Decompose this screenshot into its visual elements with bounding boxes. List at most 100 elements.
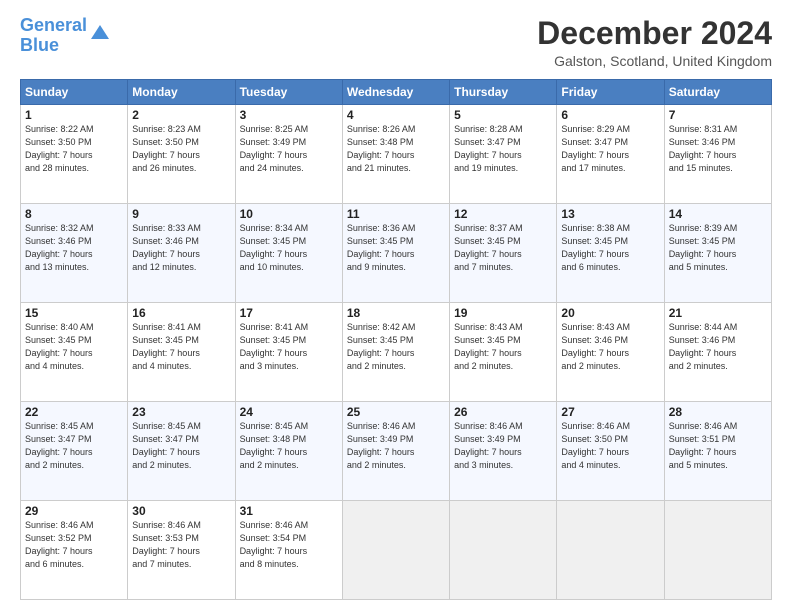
day-info: Sunrise: 8:22 AM Sunset: 3:50 PM Dayligh…: [25, 123, 123, 175]
table-row: 8Sunrise: 8:32 AM Sunset: 3:46 PM Daylig…: [21, 204, 128, 303]
table-row: 12Sunrise: 8:37 AM Sunset: 3:45 PM Dayli…: [450, 204, 557, 303]
day-info: Sunrise: 8:46 AM Sunset: 3:51 PM Dayligh…: [669, 420, 767, 472]
day-info: Sunrise: 8:46 AM Sunset: 3:49 PM Dayligh…: [347, 420, 445, 472]
day-info: Sunrise: 8:26 AM Sunset: 3:48 PM Dayligh…: [347, 123, 445, 175]
col-thursday: Thursday: [450, 80, 557, 105]
day-number: 13: [561, 207, 659, 221]
day-info: Sunrise: 8:43 AM Sunset: 3:46 PM Dayligh…: [561, 321, 659, 373]
col-friday: Friday: [557, 80, 664, 105]
day-number: 4: [347, 108, 445, 122]
day-info: Sunrise: 8:29 AM Sunset: 3:47 PM Dayligh…: [561, 123, 659, 175]
day-info: Sunrise: 8:23 AM Sunset: 3:50 PM Dayligh…: [132, 123, 230, 175]
month-title: December 2024: [537, 16, 772, 51]
table-row: 7Sunrise: 8:31 AM Sunset: 3:46 PM Daylig…: [664, 105, 771, 204]
day-number: 22: [25, 405, 123, 419]
day-info: Sunrise: 8:46 AM Sunset: 3:52 PM Dayligh…: [25, 519, 123, 571]
day-number: 17: [240, 306, 338, 320]
table-row: 20Sunrise: 8:43 AM Sunset: 3:46 PM Dayli…: [557, 303, 664, 402]
table-row: 24Sunrise: 8:45 AM Sunset: 3:48 PM Dayli…: [235, 402, 342, 501]
table-row: 3Sunrise: 8:25 AM Sunset: 3:49 PM Daylig…: [235, 105, 342, 204]
day-info: Sunrise: 8:40 AM Sunset: 3:45 PM Dayligh…: [25, 321, 123, 373]
day-info: Sunrise: 8:25 AM Sunset: 3:49 PM Dayligh…: [240, 123, 338, 175]
header: GeneralBlue December 2024 Galston, Scotl…: [20, 16, 772, 69]
table-row: 10Sunrise: 8:34 AM Sunset: 3:45 PM Dayli…: [235, 204, 342, 303]
table-row: 15Sunrise: 8:40 AM Sunset: 3:45 PM Dayli…: [21, 303, 128, 402]
day-info: Sunrise: 8:45 AM Sunset: 3:48 PM Dayligh…: [240, 420, 338, 472]
table-row: 16Sunrise: 8:41 AM Sunset: 3:45 PM Dayli…: [128, 303, 235, 402]
calendar-header-row: Sunday Monday Tuesday Wednesday Thursday…: [21, 80, 772, 105]
day-number: 5: [454, 108, 552, 122]
day-info: Sunrise: 8:39 AM Sunset: 3:45 PM Dayligh…: [669, 222, 767, 274]
col-sunday: Sunday: [21, 80, 128, 105]
day-info: Sunrise: 8:33 AM Sunset: 3:46 PM Dayligh…: [132, 222, 230, 274]
table-row: [342, 501, 449, 600]
day-number: 26: [454, 405, 552, 419]
table-row: 31Sunrise: 8:46 AM Sunset: 3:54 PM Dayli…: [235, 501, 342, 600]
day-info: Sunrise: 8:41 AM Sunset: 3:45 PM Dayligh…: [132, 321, 230, 373]
day-number: 27: [561, 405, 659, 419]
day-info: Sunrise: 8:43 AM Sunset: 3:45 PM Dayligh…: [454, 321, 552, 373]
table-row: [450, 501, 557, 600]
day-info: Sunrise: 8:37 AM Sunset: 3:45 PM Dayligh…: [454, 222, 552, 274]
day-number: 1: [25, 108, 123, 122]
day-number: 12: [454, 207, 552, 221]
day-number: 11: [347, 207, 445, 221]
day-info: Sunrise: 8:45 AM Sunset: 3:47 PM Dayligh…: [132, 420, 230, 472]
day-info: Sunrise: 8:46 AM Sunset: 3:50 PM Dayligh…: [561, 420, 659, 472]
day-number: 7: [669, 108, 767, 122]
col-tuesday: Tuesday: [235, 80, 342, 105]
day-number: 3: [240, 108, 338, 122]
calendar-table: Sunday Monday Tuesday Wednesday Thursday…: [20, 79, 772, 600]
day-number: 19: [454, 306, 552, 320]
table-row: 1Sunrise: 8:22 AM Sunset: 3:50 PM Daylig…: [21, 105, 128, 204]
day-number: 8: [25, 207, 123, 221]
table-row: 29Sunrise: 8:46 AM Sunset: 3:52 PM Dayli…: [21, 501, 128, 600]
table-row: 14Sunrise: 8:39 AM Sunset: 3:45 PM Dayli…: [664, 204, 771, 303]
day-info: Sunrise: 8:32 AM Sunset: 3:46 PM Dayligh…: [25, 222, 123, 274]
logo-text: GeneralBlue: [20, 16, 87, 56]
logo-arrow-icon: [89, 21, 111, 43]
day-info: Sunrise: 8:45 AM Sunset: 3:47 PM Dayligh…: [25, 420, 123, 472]
table-row: [664, 501, 771, 600]
location: Galston, Scotland, United Kingdom: [537, 53, 772, 69]
table-row: 9Sunrise: 8:33 AM Sunset: 3:46 PM Daylig…: [128, 204, 235, 303]
day-info: Sunrise: 8:28 AM Sunset: 3:47 PM Dayligh…: [454, 123, 552, 175]
table-row: 25Sunrise: 8:46 AM Sunset: 3:49 PM Dayli…: [342, 402, 449, 501]
table-row: 30Sunrise: 8:46 AM Sunset: 3:53 PM Dayli…: [128, 501, 235, 600]
table-row: 6Sunrise: 8:29 AM Sunset: 3:47 PM Daylig…: [557, 105, 664, 204]
day-number: 31: [240, 504, 338, 518]
table-row: 13Sunrise: 8:38 AM Sunset: 3:45 PM Dayli…: [557, 204, 664, 303]
calendar-week-row: 22Sunrise: 8:45 AM Sunset: 3:47 PM Dayli…: [21, 402, 772, 501]
day-number: 10: [240, 207, 338, 221]
table-row: 26Sunrise: 8:46 AM Sunset: 3:49 PM Dayli…: [450, 402, 557, 501]
day-number: 6: [561, 108, 659, 122]
calendar-week-row: 1Sunrise: 8:22 AM Sunset: 3:50 PM Daylig…: [21, 105, 772, 204]
day-info: Sunrise: 8:42 AM Sunset: 3:45 PM Dayligh…: [347, 321, 445, 373]
table-row: 21Sunrise: 8:44 AM Sunset: 3:46 PM Dayli…: [664, 303, 771, 402]
day-info: Sunrise: 8:41 AM Sunset: 3:45 PM Dayligh…: [240, 321, 338, 373]
table-row: 5Sunrise: 8:28 AM Sunset: 3:47 PM Daylig…: [450, 105, 557, 204]
table-row: 17Sunrise: 8:41 AM Sunset: 3:45 PM Dayli…: [235, 303, 342, 402]
calendar-week-row: 8Sunrise: 8:32 AM Sunset: 3:46 PM Daylig…: [21, 204, 772, 303]
table-row: 22Sunrise: 8:45 AM Sunset: 3:47 PM Dayli…: [21, 402, 128, 501]
day-number: 30: [132, 504, 230, 518]
day-info: Sunrise: 8:46 AM Sunset: 3:49 PM Dayligh…: [454, 420, 552, 472]
day-info: Sunrise: 8:31 AM Sunset: 3:46 PM Dayligh…: [669, 123, 767, 175]
day-number: 25: [347, 405, 445, 419]
day-number: 24: [240, 405, 338, 419]
table-row: 28Sunrise: 8:46 AM Sunset: 3:51 PM Dayli…: [664, 402, 771, 501]
day-number: 28: [669, 405, 767, 419]
day-info: Sunrise: 8:38 AM Sunset: 3:45 PM Dayligh…: [561, 222, 659, 274]
day-number: 15: [25, 306, 123, 320]
table-row: 19Sunrise: 8:43 AM Sunset: 3:45 PM Dayli…: [450, 303, 557, 402]
logo: GeneralBlue: [20, 16, 111, 56]
day-info: Sunrise: 8:34 AM Sunset: 3:45 PM Dayligh…: [240, 222, 338, 274]
table-row: 18Sunrise: 8:42 AM Sunset: 3:45 PM Dayli…: [342, 303, 449, 402]
page: GeneralBlue December 2024 Galston, Scotl…: [0, 0, 792, 612]
calendar-week-row: 15Sunrise: 8:40 AM Sunset: 3:45 PM Dayli…: [21, 303, 772, 402]
table-row: 23Sunrise: 8:45 AM Sunset: 3:47 PM Dayli…: [128, 402, 235, 501]
table-row: 27Sunrise: 8:46 AM Sunset: 3:50 PM Dayli…: [557, 402, 664, 501]
day-number: 9: [132, 207, 230, 221]
col-wednesday: Wednesday: [342, 80, 449, 105]
calendar-week-row: 29Sunrise: 8:46 AM Sunset: 3:52 PM Dayli…: [21, 501, 772, 600]
